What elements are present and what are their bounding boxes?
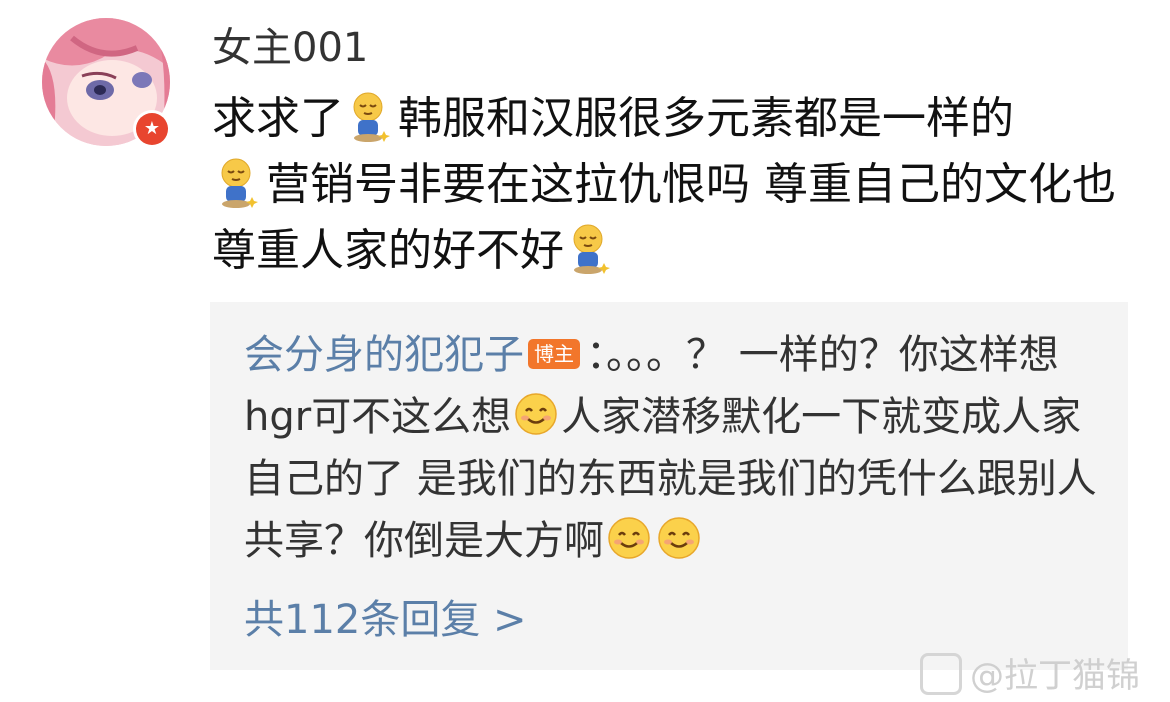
dozing-figure-icon xyxy=(216,157,262,209)
dozing-figure-icon xyxy=(568,223,614,275)
dozing-figure-icon xyxy=(348,91,394,143)
reply-text: 会分身的犯犯子 博主：。。。？ 一样的？你这样想hgr可不这么想 人家潜移默化一下就… xyxy=(244,324,1104,572)
verified-badge: ★ xyxy=(133,110,171,148)
author-badge: 博主 xyxy=(528,339,580,369)
comment-text-part: 韩服和汉服很多元素都是一样的 xyxy=(398,93,1014,144)
reply-preview[interactable]: 会分身的犯犯子 博主：。。。？ 一样的？你这样想hgr可不这么想 人家潜移默化一下就… xyxy=(210,302,1128,670)
smiling-face-icon xyxy=(607,516,651,560)
reply-author[interactable]: 会分身的犯犯子 xyxy=(244,332,524,378)
comment-text-part: 营销号非要在这拉仇恨吗 尊重自己的文化也尊重人家的好不好 xyxy=(212,159,1116,276)
star-icon: ★ xyxy=(136,113,168,145)
smiling-face-icon xyxy=(657,516,701,560)
watermark-text: @拉丁猫锦 xyxy=(970,656,1140,696)
comment-username[interactable]: 女主001 xyxy=(212,22,368,74)
smiling-face-icon xyxy=(514,392,558,436)
comment-text-part: 求求了 xyxy=(212,93,344,144)
weibo-logo-icon xyxy=(920,653,962,695)
watermark: @拉丁猫锦 xyxy=(920,650,1170,702)
comment-text: 求求了 韩服和汉服很多元素都是一样的营销号非要在这拉仇恨吗 尊重自己的文化也尊重人… xyxy=(212,86,1152,284)
view-replies-link[interactable]: 共112条回复 > xyxy=(244,594,527,646)
